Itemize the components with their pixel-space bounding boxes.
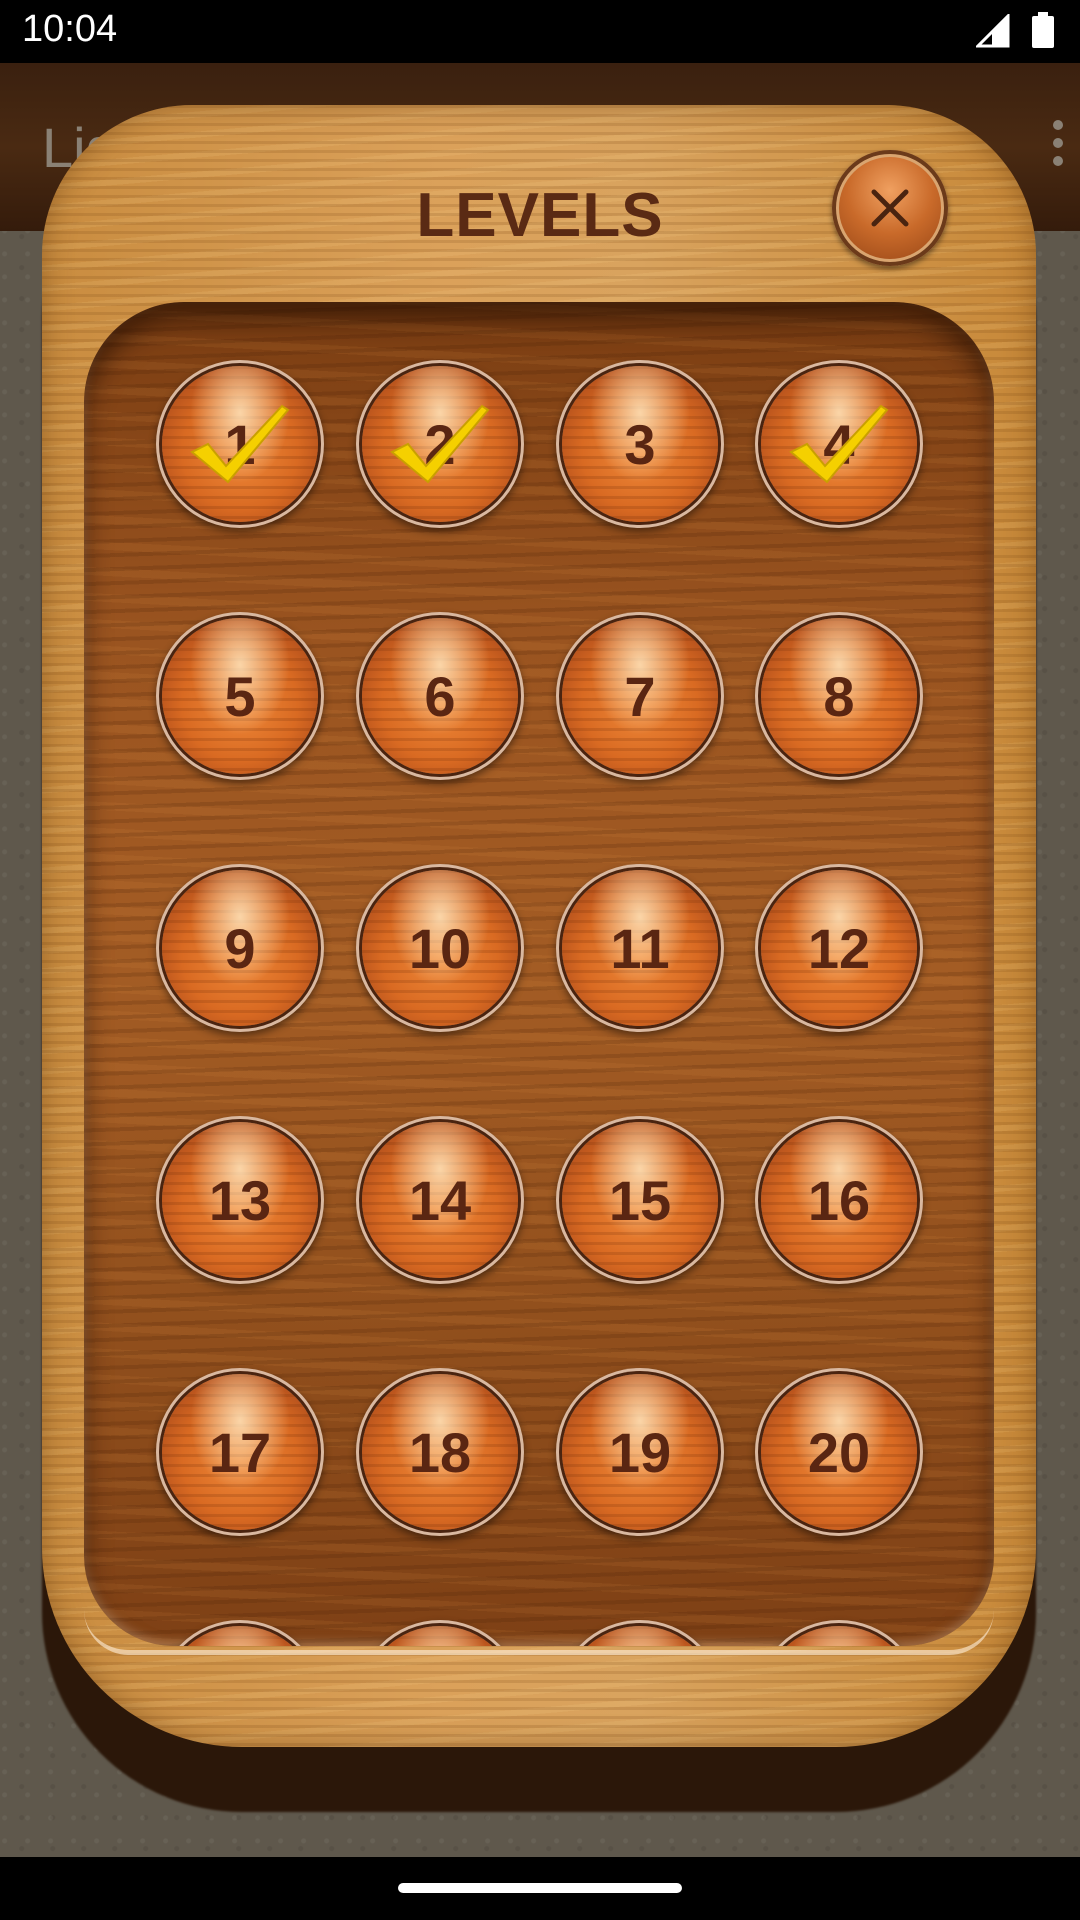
screen: Lig 10:04 LEVELS 1 2 3 4 5 6 7 8 9 10 11 12 13 14 15 16… <box>0 0 1080 1920</box>
level-number: 8 <box>823 664 855 728</box>
level-button[interactable] <box>162 1626 318 1646</box>
level-number: 11 <box>610 916 670 980</box>
level-button[interactable]: 20 <box>761 1374 917 1530</box>
level-number: 19 <box>608 1420 672 1484</box>
level-number: 13 <box>208 1168 272 1232</box>
overflow-menu-icon[interactable] <box>1050 120 1066 168</box>
level-button[interactable] <box>761 1626 917 1646</box>
level-button[interactable]: 4 <box>761 366 917 522</box>
status-time: 10:04 <box>22 8 118 50</box>
level-button[interactable]: 3 <box>562 366 718 522</box>
checkmark-icon <box>789 404 889 484</box>
levels-panel[interactable]: 1 2 3 4 5 6 7 8 9 10 11 12 13 14 15 16 17 18 19 20 <box>84 302 994 1646</box>
level-button[interactable]: 9 <box>162 870 318 1026</box>
level-number: 3 <box>624 412 656 476</box>
level-button[interactable]: 16 <box>761 1122 917 1278</box>
level-button[interactable] <box>362 1626 518 1646</box>
level-button[interactable]: 6 <box>362 618 518 774</box>
level-number: 12 <box>807 916 871 980</box>
level-number: 6 <box>424 664 456 728</box>
battery-icon <box>1032 12 1054 48</box>
level-button[interactable]: 12 <box>761 870 917 1026</box>
level-button[interactable]: 17 <box>162 1374 318 1530</box>
signal-icon <box>976 14 1010 48</box>
level-button[interactable]: 14 <box>362 1122 518 1278</box>
close-button[interactable] <box>832 150 948 266</box>
level-button[interactable]: 18 <box>362 1374 518 1530</box>
home-handle[interactable] <box>398 1883 682 1893</box>
close-icon <box>871 189 909 227</box>
level-button[interactable]: 19 <box>562 1374 718 1530</box>
level-button[interactable]: 7 <box>562 618 718 774</box>
level-button[interactable]: 5 <box>162 618 318 774</box>
level-number: 16 <box>807 1168 871 1232</box>
level-number: 7 <box>624 664 656 728</box>
level-button[interactable]: 15 <box>562 1122 718 1278</box>
level-number: 18 <box>408 1420 472 1484</box>
level-number: 10 <box>408 916 472 980</box>
level-button[interactable]: 8 <box>761 618 917 774</box>
level-number: 20 <box>807 1420 871 1484</box>
status-bar: 10:04 <box>0 0 1080 63</box>
level-button[interactable]: 1 <box>162 366 318 522</box>
level-button[interactable]: 2 <box>362 366 518 522</box>
level-number: 14 <box>408 1168 472 1232</box>
level-button[interactable]: 10 <box>362 870 518 1026</box>
level-number: 9 <box>224 916 256 980</box>
level-button[interactable]: 11 <box>562 870 718 1026</box>
level-number: 5 <box>224 664 256 728</box>
checkmark-icon <box>390 404 490 484</box>
level-number: 15 <box>608 1168 672 1232</box>
level-button[interactable]: 13 <box>162 1122 318 1278</box>
level-button[interactable] <box>562 1626 718 1646</box>
level-number: 17 <box>208 1420 272 1484</box>
checkmark-icon <box>190 404 290 484</box>
navigation-bar <box>0 1857 1080 1920</box>
